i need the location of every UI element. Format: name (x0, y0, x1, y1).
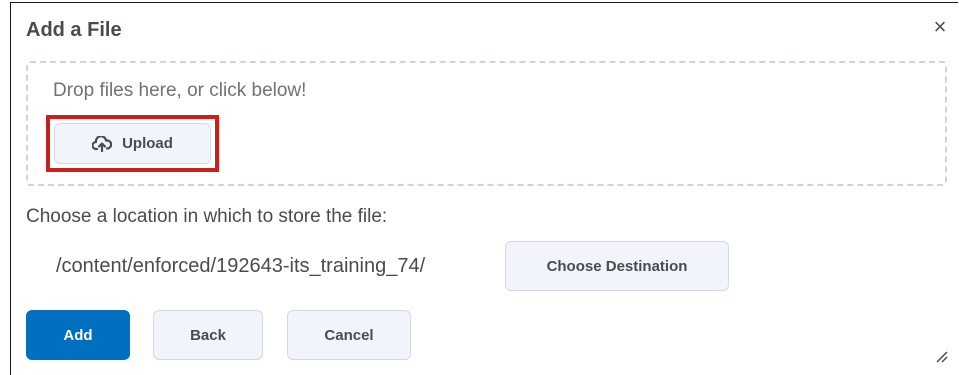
destination-path: /content/enforced/192643-its_training_74… (56, 255, 426, 277)
cloud-upload-icon (92, 135, 113, 152)
dialog-title: Add a File (26, 19, 122, 41)
add-file-dialog: Add a File × Drop files here, or click b… (10, 2, 958, 375)
cancel-button[interactable]: Cancel (287, 310, 411, 360)
close-icon[interactable]: × (928, 15, 952, 39)
upload-highlight-box: Upload (46, 115, 219, 172)
upload-button-label: Upload (122, 135, 173, 152)
dropzone-prompt: Drop files here, or click below! (53, 80, 307, 101)
location-label: Choose a location in which to store the … (26, 206, 388, 227)
add-button[interactable]: Add (26, 310, 130, 360)
resize-handle-icon[interactable] (934, 349, 948, 363)
choose-destination-button[interactable]: Choose Destination (505, 241, 729, 291)
file-dropzone[interactable]: Drop files here, or click below! Upload (26, 61, 947, 186)
back-button[interactable]: Back (153, 310, 263, 360)
upload-button[interactable]: Upload (54, 123, 211, 164)
